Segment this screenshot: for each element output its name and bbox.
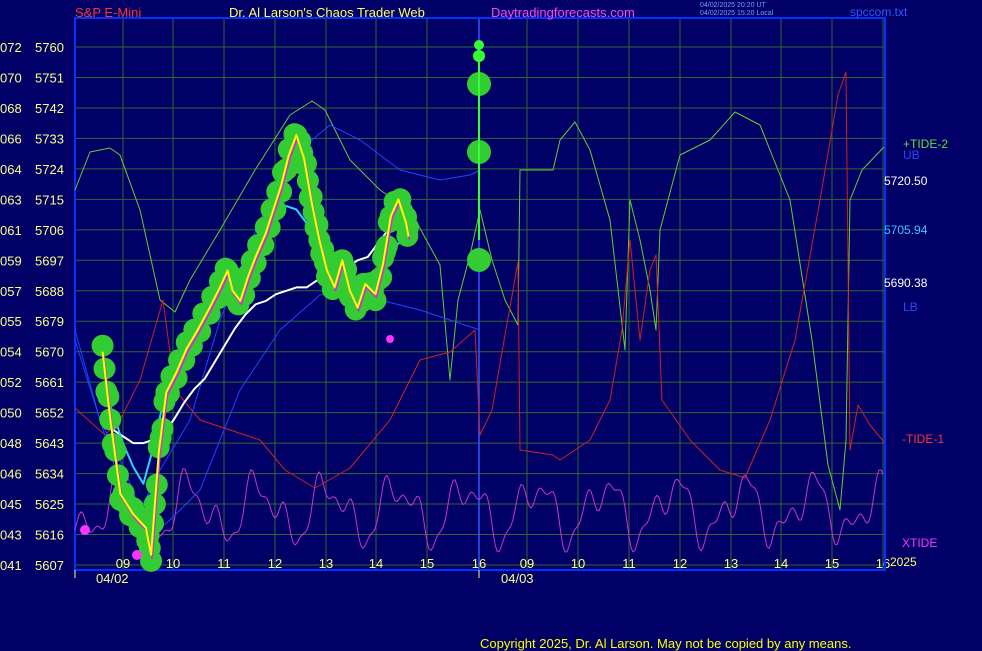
y-tick-label-right: 5679 — [35, 314, 64, 329]
y-tick-label-right: 5634 — [35, 467, 64, 482]
date-label: 04/02 — [96, 571, 129, 586]
low-marker — [80, 525, 90, 535]
y-tick-label-right: 5670 — [35, 345, 64, 360]
x-tick-label: 10 — [571, 556, 585, 571]
price-label-3: 5690.38 — [884, 276, 928, 290]
x-tick-label: 15 — [825, 556, 839, 571]
x-tick-label: 11 — [622, 556, 636, 571]
x-tick-label: 12 — [673, 556, 687, 571]
chart-area: 072 5760 070 5751 068 5742 066 5733 064 5724 063 57… — [0, 17, 890, 586]
y-tick-label-left: 055 — [0, 314, 22, 329]
author-title: Dr. Al Larson's Chaos Trader Web — [229, 5, 425, 20]
y-tick-label-left: 072 — [0, 40, 22, 55]
y-tick-label-right: 5751 — [35, 70, 64, 85]
x-tick-label: 09 — [116, 556, 130, 571]
price-bubble — [467, 248, 491, 272]
y-tick-label-right: 5643 — [35, 436, 64, 451]
y-tick-label-left: 070 — [0, 70, 22, 85]
x-tick-label: 10 — [166, 556, 180, 571]
site-link[interactable]: Daytradingforecasts.com — [491, 5, 635, 20]
y-tick-label-left: 064 — [0, 162, 22, 177]
tide1-label: -TIDE-1 — [902, 432, 944, 446]
x-tick-label: 14 — [369, 556, 383, 571]
x-tick-label: 12 — [268, 556, 282, 571]
date-label: 04/03 — [501, 571, 534, 586]
y-tick-label-right: 5652 — [35, 406, 64, 421]
year-label: 2025 — [890, 555, 917, 569]
ub-label: UB — [903, 148, 920, 162]
x-tick-label: 14 — [774, 556, 788, 571]
x-tick-label: 11 — [217, 556, 231, 571]
y-tick-label-left: 050 — [0, 406, 22, 421]
y-tick-label-right: 5661 — [35, 375, 64, 390]
y-tick-label-right: 5616 — [35, 528, 64, 543]
low-marker — [386, 335, 394, 343]
y-tick-label-left: 059 — [0, 253, 22, 268]
y-tick-label-right: 5760 — [35, 40, 64, 55]
data-filename: spccom.txt — [850, 5, 908, 19]
timestamp-ut: 04/02/2025 20:20 UT — [700, 2, 766, 9]
y-tick-label-right: 5607 — [35, 558, 64, 573]
y-tick-label-left: 046 — [0, 467, 22, 482]
x-tick-label: 16 — [876, 556, 890, 571]
price-label-2: 5705.94 — [884, 223, 928, 237]
y-tick-label-left: 041 — [0, 558, 22, 573]
y-tick-label-right: 5706 — [35, 223, 64, 238]
y-tick-label-left: 052 — [0, 375, 22, 390]
y-tick-label-right: 5688 — [35, 284, 64, 299]
lb-label: LB — [903, 300, 918, 314]
y-tick-label-right: 5733 — [35, 131, 64, 146]
x-tick-label: 13 — [724, 556, 738, 571]
x-tick-label: 09 — [520, 556, 534, 571]
copyright-notice: Copyright 2025, Dr. Al Larson. May not b… — [480, 636, 852, 651]
y-tick-label-right: 5697 — [35, 253, 64, 268]
y-tick-label-left: 057 — [0, 284, 22, 299]
x-tick-label: 15 — [420, 556, 434, 571]
timestamp-local: 04/02/2025 15:20 Local — [700, 10, 774, 17]
y-tick-label-left: 061 — [0, 223, 22, 238]
y-tick-label-right: 5742 — [35, 101, 64, 116]
y-tick-label-left: 045 — [0, 497, 22, 512]
y-tick-label-left: 043 — [0, 528, 22, 543]
y-tick-label-right: 5625 — [35, 497, 64, 512]
y-tick-label-left: 048 — [0, 436, 22, 451]
y-tick-label-right: 5724 — [35, 162, 64, 177]
xtide-label: XTIDE — [902, 536, 938, 550]
x-tick-label: 13 — [319, 556, 333, 571]
y-tick-label-left: 066 — [0, 131, 22, 146]
y-tick-label-left: 068 — [0, 101, 22, 116]
y-tick-label-left: 054 — [0, 345, 22, 360]
y-tick-label-right: 5715 — [35, 192, 64, 207]
low-marker — [132, 550, 142, 560]
y-tick-label-left: 063 — [0, 192, 22, 207]
price-label-1: 5720.50 — [884, 174, 928, 188]
instrument-title: S&P E-Mini — [75, 5, 142, 20]
